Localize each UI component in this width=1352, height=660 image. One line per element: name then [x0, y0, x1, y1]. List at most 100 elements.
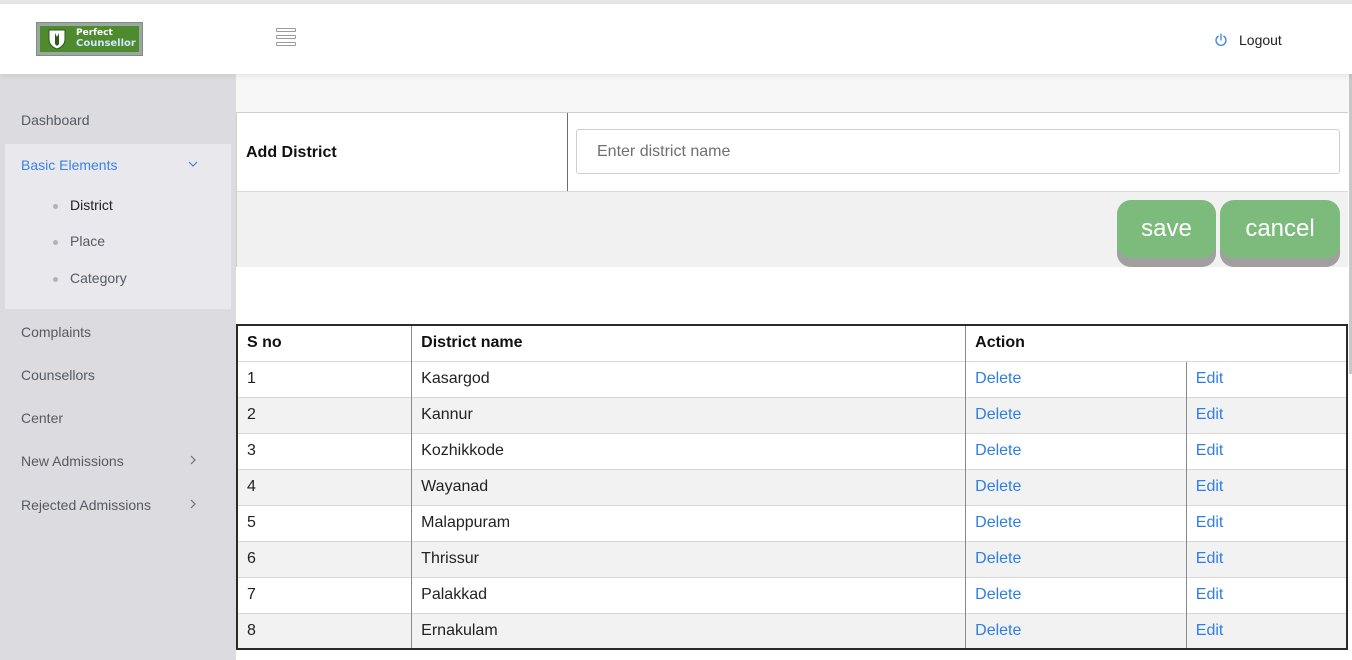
- sidebar-subitem-district[interactable]: District: [70, 197, 113, 213]
- column-header-action: Action: [965, 324, 1347, 361]
- table-cell: Delete: [965, 504, 1187, 541]
- cell-sno: 7: [236, 576, 412, 613]
- table-cell: Delete: [965, 468, 1187, 505]
- menu-bar: [276, 35, 296, 39]
- sidebar: Dashboard Basic Elements District Place …: [0, 74, 236, 660]
- delete-link[interactable]: Delete: [975, 622, 1021, 639]
- cell-district-name: Palakkad: [411, 576, 966, 613]
- delete-link[interactable]: Delete: [975, 586, 1021, 603]
- delete-link[interactable]: Delete: [975, 478, 1021, 495]
- logo-text-bottom: Counsellor: [76, 38, 136, 49]
- table-row: 4 Wayanad Delete Edit: [236, 468, 1347, 505]
- table-cell: Edit: [1185, 468, 1347, 505]
- cell-district-name: Kannur: [411, 396, 966, 433]
- cell-sno: 5: [236, 504, 412, 541]
- table-cell: Delete: [965, 432, 1187, 469]
- table-row: 2 Kannur Delete Edit: [236, 396, 1347, 433]
- delete-link[interactable]: Delete: [975, 442, 1021, 459]
- table-row: 3 Kozhikkode Delete Edit: [236, 432, 1347, 469]
- add-district-form: Add District save cancel: [236, 112, 1348, 267]
- main-content: Add District save cancel S no District n…: [236, 74, 1352, 660]
- table-cell: Delete: [965, 360, 1187, 397]
- table-header-row: S no District name Action: [236, 324, 1347, 361]
- sidebar-group-basic-elements: Basic Elements District Place Category: [5, 144, 231, 309]
- delete-link[interactable]: Delete: [975, 514, 1021, 531]
- add-district-label: Add District: [246, 144, 337, 161]
- sidebar-item-new-admissions[interactable]: New Admissions: [21, 453, 124, 469]
- district-name-input[interactable]: [576, 129, 1340, 174]
- form-button-row: save cancel: [237, 191, 1348, 267]
- table-row: 1 Kasargod Delete Edit: [236, 360, 1347, 397]
- sidebar-item-rejected-admissions[interactable]: Rejected Admissions: [21, 497, 151, 513]
- bullet-icon: [53, 240, 58, 245]
- table-row: 6 Thrissur Delete Edit: [236, 540, 1347, 577]
- cancel-button[interactable]: cancel: [1220, 200, 1340, 267]
- table-row: 8 Ernakulam Delete Edit: [236, 612, 1347, 649]
- chevron-right-icon[interactable]: [187, 454, 199, 466]
- table-cell: Edit: [1185, 540, 1347, 577]
- table-cell: Edit: [1185, 576, 1347, 613]
- edit-link[interactable]: Edit: [1196, 370, 1224, 387]
- table-cell: Delete: [965, 540, 1187, 577]
- cell-district-name: Malappuram: [411, 504, 966, 541]
- logout-button[interactable]: Logout: [1214, 30, 1282, 50]
- logo[interactable]: Perfect Counsellor: [36, 22, 143, 56]
- edit-link[interactable]: Edit: [1196, 550, 1224, 567]
- column-header-district-name: District name: [411, 324, 966, 361]
- cell-sno: 4: [236, 468, 412, 505]
- edit-link[interactable]: Edit: [1196, 586, 1224, 603]
- cell-sno: 1: [236, 360, 412, 397]
- table-cell: Edit: [1185, 612, 1347, 649]
- delete-link[interactable]: Delete: [975, 370, 1021, 387]
- table-row: 5 Malappuram Delete Edit: [236, 504, 1347, 541]
- table-row: 7 Palakkad Delete Edit: [236, 576, 1347, 613]
- cell-district-name: Kasargod: [411, 360, 966, 397]
- cell-district-name: Kozhikkode: [411, 432, 966, 469]
- logo-text-top: Perfect: [76, 28, 113, 38]
- logout-label: Logout: [1239, 32, 1282, 48]
- save-button[interactable]: save: [1117, 200, 1216, 267]
- sidebar-item-basic-elements[interactable]: Basic Elements: [21, 157, 117, 173]
- district-table: S no District name Action 1 Kasargod Delet…: [236, 324, 1348, 650]
- shield-logo-icon: [48, 29, 66, 50]
- menu-bar: [276, 42, 296, 46]
- cell-sno: 2: [236, 396, 412, 433]
- menu-bar: [276, 28, 296, 32]
- cell-sno: 3: [236, 432, 412, 469]
- edit-link[interactable]: Edit: [1196, 622, 1224, 639]
- cell-district-name: Thrissur: [411, 540, 966, 577]
- table-cell: Edit: [1185, 504, 1347, 541]
- edit-link[interactable]: Edit: [1196, 442, 1224, 459]
- power-icon: [1215, 33, 1227, 46]
- bullet-icon: [53, 277, 58, 282]
- column-header-sno: S no: [236, 324, 412, 361]
- sidebar-item-dashboard[interactable]: Dashboard: [21, 112, 90, 128]
- menu-toggle-button[interactable]: [276, 28, 298, 48]
- top-header: Perfect Counsellor Logout: [0, 4, 1352, 74]
- delete-link[interactable]: Delete: [975, 406, 1021, 423]
- sidebar-item-complaints[interactable]: Complaints: [21, 324, 91, 340]
- edit-link[interactable]: Edit: [1196, 478, 1224, 495]
- cell-district-name: Wayanad: [411, 468, 966, 505]
- content-top-strip: [236, 74, 1352, 112]
- chevron-down-icon[interactable]: [187, 158, 199, 170]
- table-cell: Edit: [1185, 396, 1347, 433]
- sidebar-subitem-place[interactable]: Place: [70, 233, 105, 249]
- table-cell: Delete: [965, 576, 1187, 613]
- table-cell: Delete: [965, 396, 1187, 433]
- cell-district-name: Ernakulam: [411, 612, 966, 649]
- delete-link[interactable]: Delete: [975, 550, 1021, 567]
- cell-sno: 6: [236, 540, 412, 577]
- cell-sno: 8: [236, 612, 412, 649]
- edit-link[interactable]: Edit: [1196, 406, 1224, 423]
- sidebar-item-counsellors[interactable]: Counsellors: [21, 367, 95, 383]
- sidebar-subitem-category[interactable]: Category: [70, 270, 127, 286]
- bullet-icon: [53, 204, 58, 209]
- table-cell: Delete: [965, 612, 1187, 649]
- table-cell: Edit: [1185, 432, 1347, 469]
- chevron-right-icon[interactable]: [187, 498, 199, 510]
- edit-link[interactable]: Edit: [1196, 514, 1224, 531]
- form-label-cell: Add District: [237, 113, 568, 191]
- sidebar-item-center[interactable]: Center: [21, 410, 63, 426]
- logo-badge: Perfect Counsellor: [40, 26, 139, 52]
